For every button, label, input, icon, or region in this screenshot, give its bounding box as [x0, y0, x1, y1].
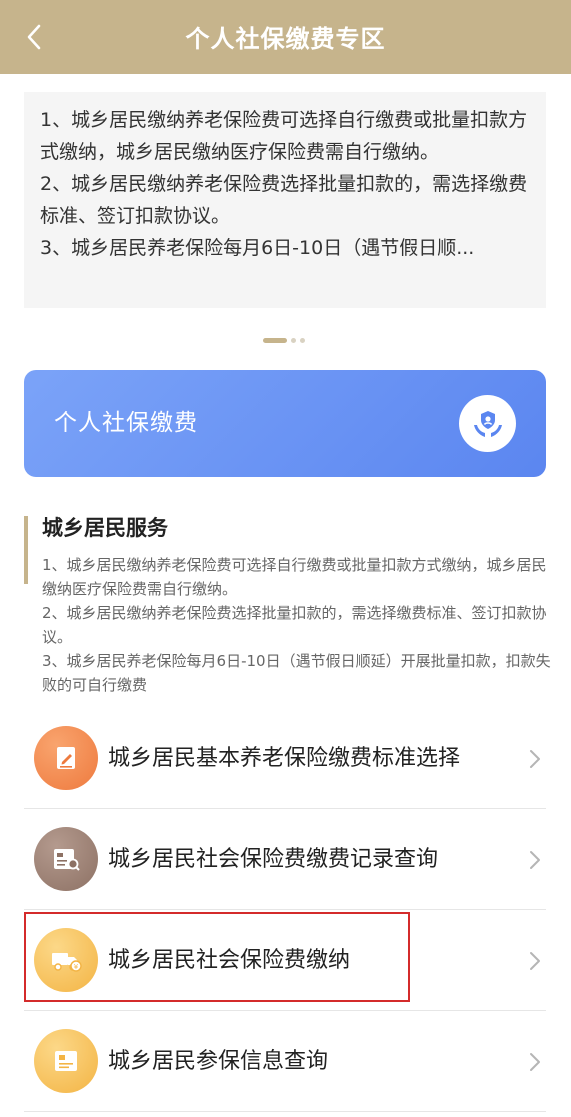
list-item-enrollment-info[interactable]: 城乡居民参保信息查询	[24, 1011, 546, 1112]
carousel-dot-active	[263, 338, 287, 343]
carousel-dot	[300, 338, 305, 343]
page-title: 个人社保缴费专区	[185, 25, 386, 53]
section-title: 城乡居民服务	[42, 516, 168, 540]
record-search-icon	[34, 827, 98, 891]
hands-shield-icon	[459, 395, 516, 452]
payment-truck-icon: ¥	[34, 928, 98, 992]
section-desc-line-1: 1、城乡居民缴纳养老保险费可选择自行缴费或批量扣款方式缴纳，城乡居民缴纳医疗保险…	[42, 556, 547, 598]
notice-line-2: 2、城乡居民缴纳养老保险费选择批量扣款的，需选择缴费标准、签订扣款协议。	[40, 173, 528, 227]
banner-label: 个人社保缴费	[54, 410, 198, 436]
list-item-payment-records[interactable]: 城乡居民社会保险费缴费记录查询	[24, 809, 546, 910]
chevron-right-icon	[530, 952, 540, 970]
svg-text:¥: ¥	[74, 963, 79, 971]
carousel-indicator	[263, 338, 305, 343]
list-item-label: 城乡居民参保信息查询	[108, 1049, 329, 1074]
list-item-label: 城乡居民基本养老保险缴费标准选择	[108, 746, 461, 771]
section-desc-line-3: 3、城乡居民养老保险每月6日-10日（遇节假日顺延）开展批量扣款，扣款失败的可自…	[42, 652, 551, 694]
notice-line-3: 3、城乡居民养老保险每月6日-10日（遇节假日顺...	[40, 237, 475, 259]
notice-carousel[interactable]: 1、城乡居民缴纳养老保险费可选择自行缴费或批量扣款方式缴纳，城乡居民缴纳医疗保险…	[24, 92, 546, 308]
personal-social-security-banner[interactable]: 个人社保缴费	[24, 370, 546, 477]
section-accent-bar	[24, 516, 28, 584]
carousel-dot	[291, 338, 296, 343]
service-list: 城乡居民基本养老保险缴费标准选择 城乡居民社会保险费缴费记录查询 ¥ 城乡居民社…	[24, 708, 546, 1112]
edit-form-icon	[34, 726, 98, 790]
list-item-pension-standard[interactable]: 城乡居民基本养老保险缴费标准选择	[24, 708, 546, 809]
chevron-right-icon	[530, 750, 540, 768]
list-item-label: 城乡居民社会保险费缴费记录查询	[108, 847, 439, 872]
section-description: 1、城乡居民缴纳养老保险费可选择自行缴费或批量扣款方式缴纳，城乡居民缴纳医疗保险…	[42, 553, 552, 697]
chevron-right-icon	[530, 851, 540, 869]
list-item-label: 城乡居民社会保险费缴纳	[108, 948, 351, 973]
top-bar: 个人社保缴费专区	[0, 0, 571, 74]
list-item-insurance-payment[interactable]: ¥ 城乡居民社会保险费缴纳	[24, 910, 546, 1011]
notice-line-1: 1、城乡居民缴纳养老保险费可选择自行缴费或批量扣款方式缴纳，城乡居民缴纳医疗保险…	[40, 109, 528, 163]
chevron-right-icon	[530, 1053, 540, 1071]
id-card-icon	[34, 1029, 98, 1093]
section-desc-line-2: 2、城乡居民缴纳养老保险费选择批量扣款的，需选择缴费标准、签订扣款协议。	[42, 604, 547, 646]
